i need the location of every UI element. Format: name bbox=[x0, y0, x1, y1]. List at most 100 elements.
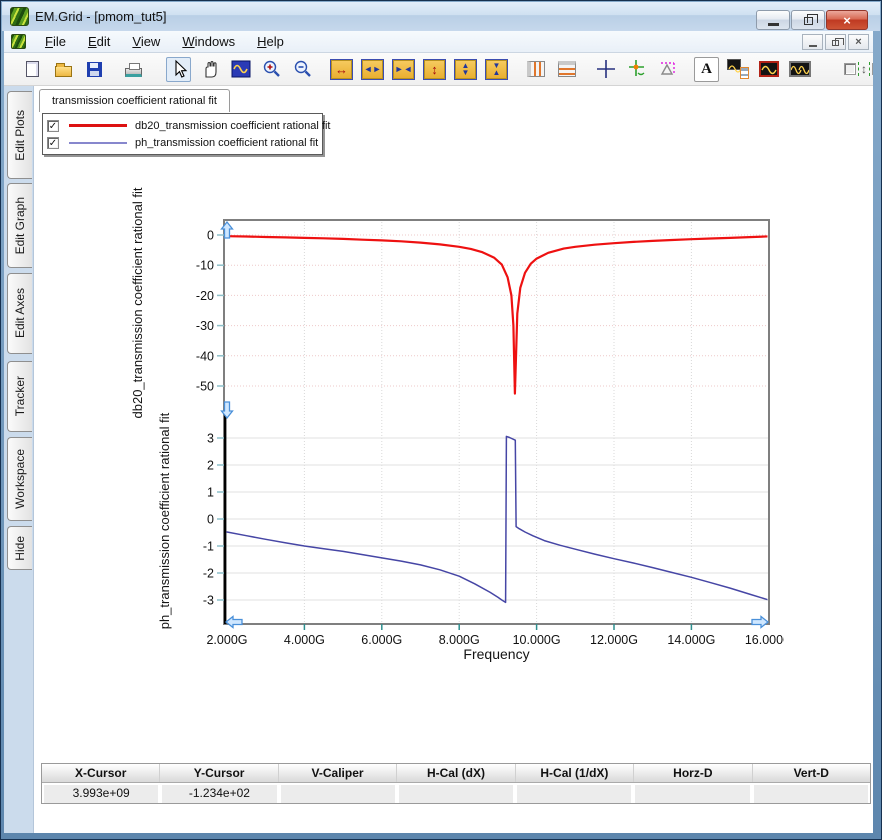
crosshair-icon bbox=[596, 59, 616, 79]
pan-hand-icon bbox=[200, 59, 220, 79]
status-value-hcal-dx bbox=[399, 785, 513, 803]
vertical-markers-button[interactable] bbox=[523, 57, 548, 82]
zoom-out-button[interactable] bbox=[290, 57, 315, 82]
legend-item: ✓ db20_transmission coefficient rational… bbox=[47, 117, 318, 134]
scale-y-button[interactable]: ▲▼ bbox=[453, 57, 478, 82]
svg-text:-50: -50 bbox=[196, 380, 214, 394]
child-restore-button[interactable] bbox=[825, 34, 846, 50]
svg-text:2: 2 bbox=[207, 459, 214, 473]
zoom-out-icon bbox=[293, 59, 313, 79]
child-restore-icon bbox=[832, 40, 839, 46]
zoom-box-tool-button[interactable] bbox=[228, 57, 253, 82]
status-value-hcal-1dx bbox=[517, 785, 631, 803]
restore-icon bbox=[804, 17, 813, 25]
plot-properties-button[interactable] bbox=[725, 57, 750, 82]
svg-text:8.000G: 8.000G bbox=[439, 633, 480, 647]
document-tab-strip: transmission coefficient rational fit bbox=[35, 89, 873, 112]
svg-text:6.000G: 6.000G bbox=[361, 633, 402, 647]
menu-file[interactable]: File bbox=[34, 32, 77, 51]
status-value-row: 3.993e+09 -1.234e+02 bbox=[42, 783, 870, 803]
window-title: EM.Grid - [pmom_tut5] bbox=[35, 9, 166, 24]
cursor-status-table: X-Cursor Y-Cursor V-Caliper H-Cal (dX) H… bbox=[41, 763, 871, 804]
multi-graph-icon bbox=[789, 61, 811, 77]
svg-text:3: 3 bbox=[207, 432, 214, 446]
sidebar-tab-edit-axes[interactable]: Edit Axes bbox=[7, 273, 32, 354]
plot-properties-icon bbox=[727, 59, 749, 79]
caliper-button[interactable] bbox=[655, 57, 680, 82]
crosshair-button[interactable] bbox=[593, 57, 618, 82]
y-axis-label-ph: ph_transmission coefficient rational fit bbox=[157, 401, 187, 641]
compress-x-button[interactable]: ►◄ bbox=[391, 57, 416, 82]
menu-windows[interactable]: Windows bbox=[171, 32, 246, 51]
svg-text:-2: -2 bbox=[203, 567, 214, 581]
menu-view[interactable]: View bbox=[121, 32, 171, 51]
zoom-in-icon bbox=[262, 59, 282, 79]
sidebar-tab-tracker[interactable]: Tracker bbox=[7, 361, 32, 432]
menu-help[interactable]: Help bbox=[246, 32, 295, 51]
legend-line-sample-ph bbox=[69, 142, 127, 144]
svg-text:-3: -3 bbox=[203, 594, 214, 608]
status-header-row: X-Cursor Y-Cursor V-Caliper H-Cal (dX) H… bbox=[42, 764, 870, 783]
sidebar-tab-workspace[interactable]: Workspace bbox=[7, 437, 32, 521]
pan-tool-button[interactable] bbox=[197, 57, 222, 82]
save-button[interactable] bbox=[82, 57, 107, 82]
expand-y-icon: ↕ bbox=[424, 60, 445, 79]
compress-y-button[interactable]: ▼▲ bbox=[484, 57, 509, 82]
document-tab[interactable]: transmission coefficient rational fit bbox=[39, 89, 230, 112]
svg-text:4.000G: 4.000G bbox=[284, 633, 325, 647]
close-button[interactable]: × bbox=[826, 10, 868, 30]
select-arrow-icon bbox=[169, 59, 189, 79]
status-value-v-caliper bbox=[281, 785, 395, 803]
toolbar: ↔ ◄► ►◄ ↕ ▲▼ ▼▲ A bbox=[4, 53, 873, 86]
svg-text:0: 0 bbox=[207, 229, 214, 243]
sidebar: Edit Plots Edit Graph Edit Axes Tracker … bbox=[4, 86, 34, 833]
open-folder-icon bbox=[55, 66, 72, 77]
multi-graph-button[interactable] bbox=[787, 57, 812, 82]
text-label-button[interactable]: A bbox=[694, 57, 719, 82]
minimize-button[interactable] bbox=[756, 10, 790, 30]
status-col-vert-d: Vert-D bbox=[753, 764, 870, 782]
save-floppy-icon bbox=[87, 62, 102, 77]
svg-text:10.000G: 10.000G bbox=[513, 633, 561, 647]
plot-canvas[interactable]: 0-10-20-30-40-503210-1-2-32.000G4.000G6.… bbox=[184, 217, 784, 653]
zoom-in-button[interactable] bbox=[259, 57, 284, 82]
new-document-button[interactable] bbox=[20, 57, 45, 82]
close-icon: × bbox=[843, 14, 851, 27]
select-tool-button[interactable] bbox=[166, 57, 191, 82]
single-graph-button[interactable] bbox=[756, 57, 781, 82]
restore-button[interactable] bbox=[791, 10, 825, 30]
legend-checkbox-db20[interactable]: ✓ bbox=[47, 120, 59, 132]
expand-x-button[interactable]: ↔ bbox=[329, 57, 354, 82]
caliper-icon bbox=[658, 59, 678, 79]
sidebar-tab-edit-graph[interactable]: Edit Graph bbox=[7, 183, 32, 268]
fit-vertical-right-checkbox[interactable] bbox=[872, 63, 873, 75]
horizontal-markers-button[interactable] bbox=[554, 57, 579, 82]
expand-y-button[interactable]: ↕ bbox=[422, 57, 447, 82]
fit-vertical-arrow-icon: ↕ bbox=[858, 62, 870, 76]
plot-legend: ✓ db20_transmission coefficient rational… bbox=[42, 113, 323, 155]
x-axis-title: Frequency bbox=[223, 646, 770, 662]
sidebar-tab-edit-plots[interactable]: Edit Plots bbox=[7, 91, 32, 179]
status-value-y-cursor: -1.234e+02 bbox=[162, 785, 276, 803]
print-icon bbox=[125, 68, 142, 77]
status-value-vert-d bbox=[754, 785, 868, 803]
sidebar-tab-hide[interactable]: Hide bbox=[7, 526, 32, 570]
fit-vertical-left-checkbox[interactable] bbox=[844, 63, 856, 75]
tracker-button[interactable] bbox=[624, 57, 649, 82]
svg-text:1: 1 bbox=[207, 486, 214, 500]
fit-vertical-group[interactable]: ↕ bbox=[832, 57, 873, 82]
child-minimize-icon bbox=[809, 45, 817, 47]
child-minimize-button[interactable] bbox=[802, 34, 823, 50]
expand-x-icon: ↔ bbox=[331, 60, 352, 79]
title-bar: EM.Grid - [pmom_tut5] × bbox=[2, 2, 880, 31]
svg-text:2.000G: 2.000G bbox=[206, 633, 247, 647]
legend-checkbox-ph[interactable]: ✓ bbox=[47, 137, 59, 149]
open-file-button[interactable] bbox=[51, 57, 76, 82]
vertical-markers-icon bbox=[527, 61, 545, 77]
compress-x-icon: ►◄ bbox=[393, 60, 414, 79]
child-close-button[interactable]: × bbox=[848, 34, 869, 50]
plot-page: transmission coefficient rational fit ✓ … bbox=[35, 86, 873, 833]
menu-edit[interactable]: Edit bbox=[77, 32, 121, 51]
scale-x-button[interactable]: ◄► bbox=[360, 57, 385, 82]
print-button[interactable] bbox=[121, 57, 146, 82]
